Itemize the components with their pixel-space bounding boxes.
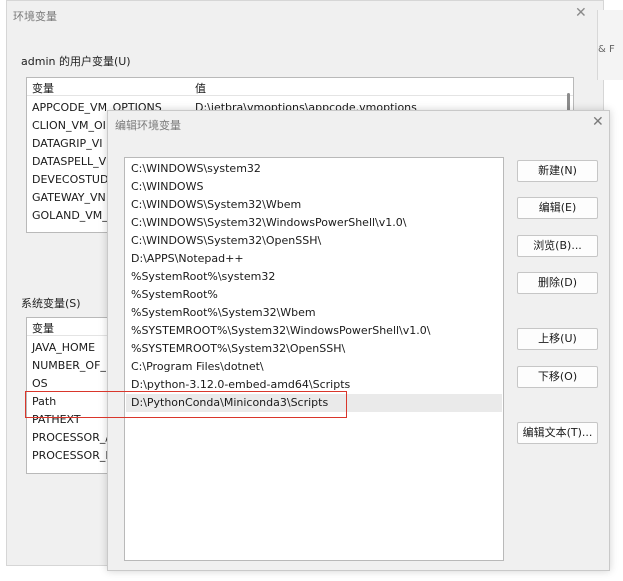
system-variables-label: 系统变量(S)	[21, 297, 81, 310]
path-entry[interactable]: C:\WINDOWS\System32\WindowsPowerShell\v1…	[126, 214, 502, 232]
path-entry[interactable]: D:\python-3.12.0-embed-amd64\Scripts	[126, 376, 502, 394]
path-entry[interactable]: %SystemRoot%\System32\Wbem	[126, 304, 502, 322]
list-item[interactable]: GATEWAY_VN	[32, 189, 106, 207]
list-item[interactable]: NUMBER_OF_	[32, 357, 106, 375]
background-window-edge: & F	[597, 10, 623, 80]
edit-environment-variable-dialog: 编辑环境变量 ✕ C:\WINDOWS\system32 C:\WINDOWS C:…	[107, 110, 610, 571]
new-button[interactable]: 新建(N)	[517, 160, 598, 182]
close-icon[interactable]: ✕	[592, 114, 604, 130]
column-header-name: 变量	[32, 82, 54, 95]
path-entry[interactable]: %SYSTEMROOT%\System32\WindowsPowerShell\…	[126, 322, 502, 340]
user-variables-label: admin 的用户变量(U)	[21, 55, 131, 68]
path-entry[interactable]: D:\APPS\Notepad++	[126, 250, 502, 268]
list-item[interactable]: JAVA_HOME	[32, 339, 95, 357]
list-item[interactable]: DATAGRIP_VI	[32, 135, 102, 153]
edit-text-button[interactable]: 编辑文本(T)...	[517, 422, 598, 444]
path-entry[interactable]: %SystemRoot%	[126, 286, 502, 304]
dialog-title: 编辑环境变量	[115, 119, 181, 132]
move-down-button[interactable]: 下移(O)	[517, 366, 598, 388]
delete-button[interactable]: 删除(D)	[517, 272, 598, 294]
list-item[interactable]: GOLAND_VM_	[32, 207, 108, 225]
partial-text: & F	[598, 44, 615, 55]
path-entry[interactable]: C:\WINDOWS\System32\Wbem	[126, 196, 502, 214]
path-list[interactable]: C:\WINDOWS\system32 C:\WINDOWS C:\WINDOWS\…	[124, 157, 504, 561]
path-entry[interactable]: D:\PythonConda\Miniconda3\Scripts	[126, 394, 502, 412]
list-item[interactable]: OS	[32, 375, 48, 393]
user-variables-header: 变量 值	[27, 78, 573, 96]
browse-button[interactable]: 浏览(B)...	[517, 235, 598, 257]
window-title: 环境变量	[13, 10, 57, 23]
path-entry[interactable]: C:\Program Files\dotnet\	[126, 358, 502, 376]
column-header-value: 值	[195, 82, 206, 95]
column-header-name: 变量	[32, 322, 54, 335]
move-up-button[interactable]: 上移(U)	[517, 328, 598, 350]
list-item[interactable]: CLION_VM_OI	[32, 117, 106, 135]
path-entry[interactable]: %SystemRoot%\system32	[126, 268, 502, 286]
path-entry[interactable]: %SYSTEMROOT%\System32\OpenSSH\	[126, 340, 502, 358]
close-icon[interactable]: ✕	[575, 5, 587, 21]
list-item[interactable]: DEVECOSTUD	[32, 171, 108, 189]
path-entry[interactable]: C:\WINDOWS\system32	[126, 160, 502, 178]
list-item-path[interactable]: Path	[32, 393, 56, 411]
list-item[interactable]: PROCESSOR_I	[32, 447, 109, 465]
list-item[interactable]: PATHEXT	[32, 411, 81, 429]
list-item[interactable]: PROCESSOR_/	[32, 429, 109, 447]
path-entry[interactable]: C:\WINDOWS\System32\OpenSSH\	[126, 232, 502, 250]
edit-button[interactable]: 编辑(E)	[517, 197, 598, 219]
list-item[interactable]: DATASPELL_V	[32, 153, 106, 171]
path-entry[interactable]: C:\WINDOWS	[126, 178, 502, 196]
